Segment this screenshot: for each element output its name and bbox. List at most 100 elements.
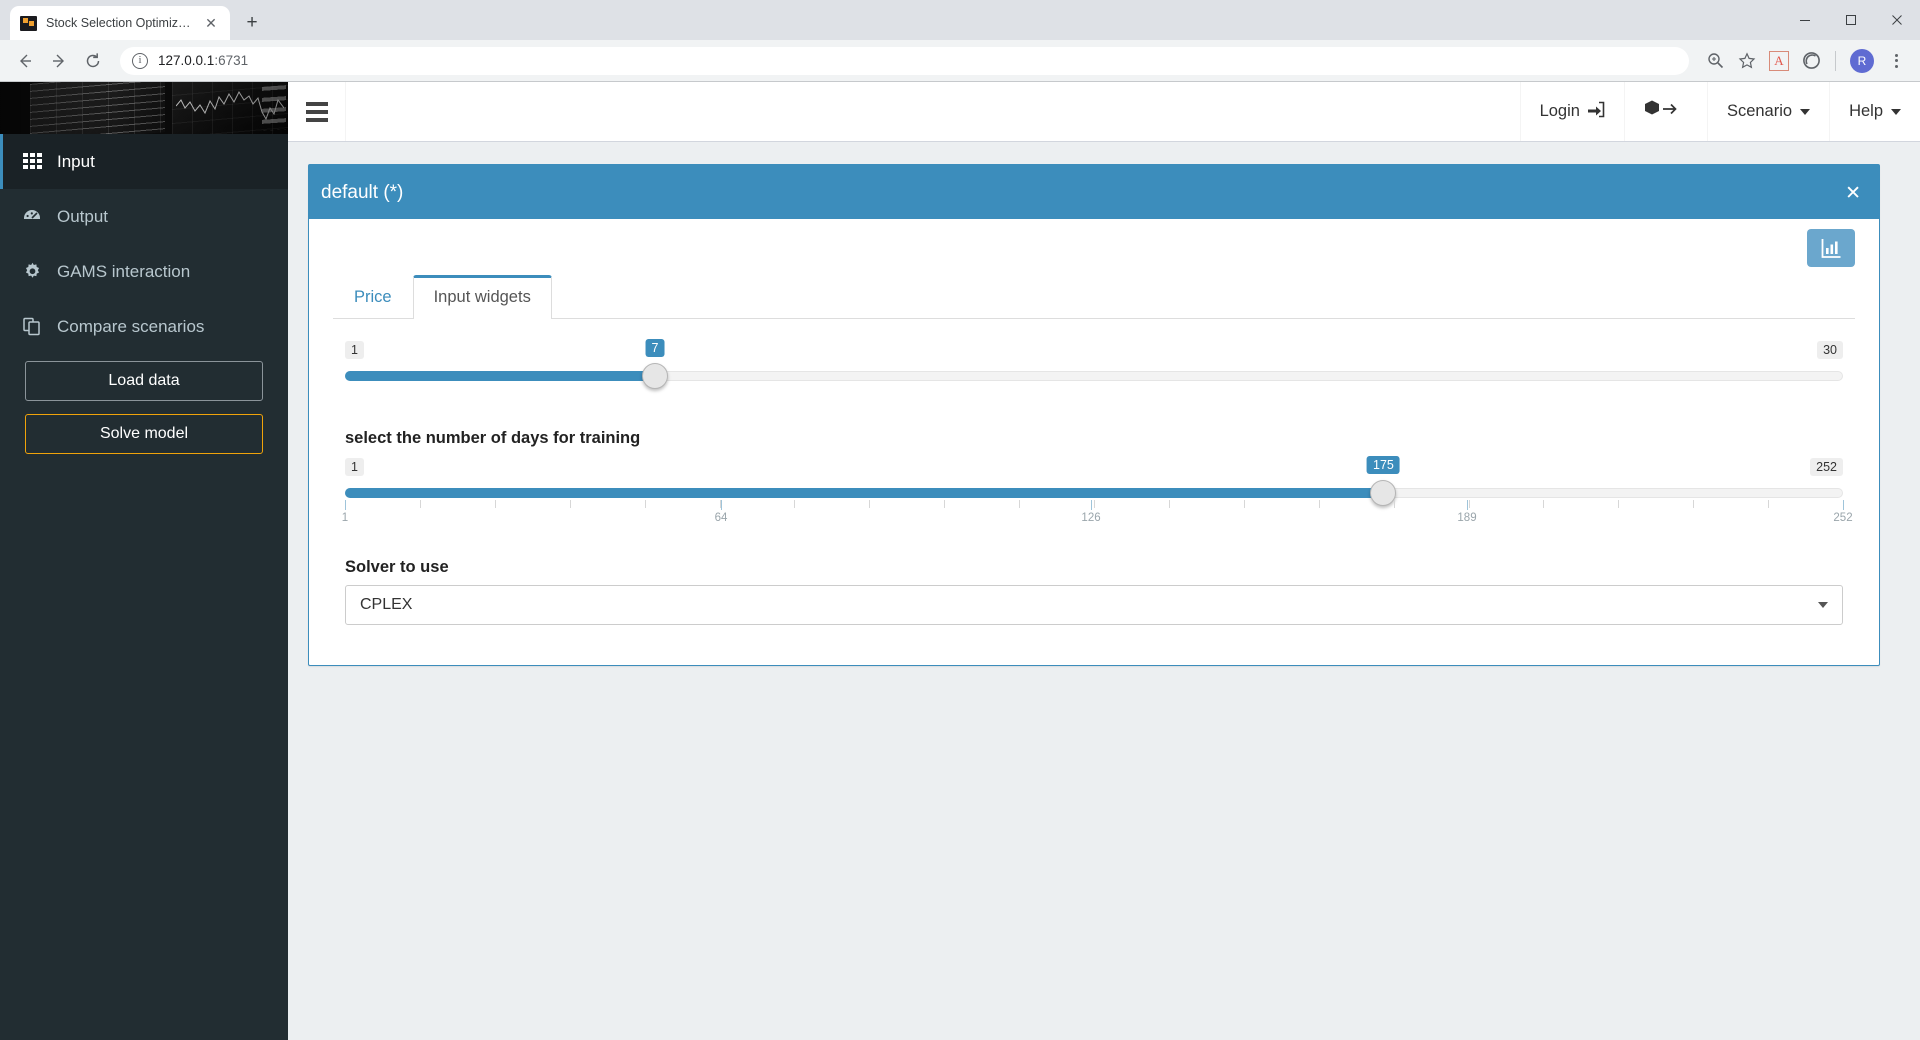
solver-label: Solver to use: [345, 558, 449, 576]
slider-handle[interactable]: [641, 363, 668, 389]
extension-circle-icon[interactable]: [1797, 47, 1825, 75]
zoom-search-icon[interactable]: [1701, 47, 1729, 75]
panel-tabs: Price Input widgets: [333, 275, 1855, 319]
navbar-help-menu[interactable]: Help: [1829, 82, 1920, 141]
navbar-login-button[interactable]: Login: [1519, 82, 1624, 141]
cube-arrow-icon: [1644, 100, 1680, 123]
solver-select[interactable]: CPLEX: [345, 585, 1843, 625]
sidebar: Input Output GAMS interaction Compare sc…: [0, 82, 288, 1040]
site-info-icon[interactable]: i: [132, 52, 148, 69]
slider-tick: [1543, 500, 1545, 508]
forward-arrow-icon[interactable]: [44, 46, 74, 76]
close-icon[interactable]: ✕: [202, 14, 220, 32]
photo-chart-region: [172, 82, 288, 134]
solve-model-button[interactable]: Solve model: [25, 414, 263, 454]
slider-tick: [494, 500, 496, 508]
navbar-item-label: Login: [1539, 102, 1580, 120]
star-icon[interactable]: [1733, 47, 1761, 75]
panel-close-icon[interactable]: ✕: [1845, 184, 1861, 203]
back-arrow-icon[interactable]: [10, 46, 40, 76]
browser-toolbar: i 127.0.0.1:6731 A R: [0, 40, 1920, 82]
slider-tick: [1618, 500, 1620, 508]
pdf-glyph-icon: A: [1769, 50, 1789, 71]
tachometer-icon: [21, 207, 43, 227]
panel-header: default (*) ✕: [309, 167, 1879, 219]
tab-input-widgets[interactable]: Input widgets: [412, 275, 552, 319]
slider-tick-label: 252: [1833, 512, 1853, 524]
photo-table-region: [30, 82, 165, 134]
slider-fill: [345, 371, 655, 381]
chevron-down-icon: [1818, 602, 1828, 608]
slider-tick-label: 126: [1081, 512, 1101, 524]
navbar-spacer: [346, 82, 1520, 141]
new-tab-button[interactable]: +: [238, 9, 266, 37]
browser-tab[interactable]: Stock Selection Optimization ✕: [10, 6, 230, 40]
toolbar-divider: [1835, 50, 1836, 71]
panel-body: Price Input widgets 1 30 7 select the nu…: [309, 219, 1879, 665]
training-days-group: select the number of days for training 1…: [342, 429, 1853, 528]
chevron-down-icon: [1800, 108, 1811, 115]
window-controls: [1782, 0, 1920, 40]
bar-chart-icon: [1821, 239, 1841, 258]
window-close-icon[interactable]: [1874, 0, 1920, 40]
main-column: Login Scenario Help default (*) ✕ Price …: [288, 82, 1920, 1040]
sidebar-item-label: Compare scenarios: [57, 316, 205, 336]
slider-tick-major: [1091, 500, 1093, 510]
profile-avatar[interactable]: R: [1850, 48, 1874, 73]
input-panel: default (*) ✕ Price Input widgets 1 30 7…: [308, 164, 1880, 666]
slider-tick-major: [720, 500, 722, 510]
grid-icon: [21, 152, 43, 171]
maximize-icon[interactable]: [1828, 0, 1874, 40]
slider-value-tooltip: 175: [1367, 456, 1400, 474]
browser-window: Stock Selection Optimization ✕ + i 127.0…: [0, 0, 1920, 1040]
navbar-scenario-export-button[interactable]: [1623, 82, 1707, 141]
load-data-button[interactable]: Load data: [25, 361, 263, 401]
slider-tick: [1393, 500, 1395, 508]
slider-tick: [1243, 500, 1245, 508]
slider-tick-major: [1467, 500, 1468, 510]
widgets-container: 1 30 7 select the number of days for tra…: [333, 339, 1855, 625]
stock-chart-favicon-icon: [20, 15, 37, 31]
minimize-icon[interactable]: [1782, 0, 1828, 40]
copy-icon: [21, 317, 43, 336]
slider-tick: [1019, 500, 1021, 508]
hamburger-bars: [305, 101, 328, 122]
sidebar-item-output[interactable]: Output: [0, 189, 288, 244]
slider-tick: [1318, 500, 1320, 508]
sign-in-icon: [1587, 101, 1605, 123]
address-bar[interactable]: i 127.0.0.1:6731: [120, 46, 1689, 75]
sidebar-item-compare-scenarios[interactable]: Compare scenarios: [0, 299, 288, 354]
slider-tick: [1768, 500, 1770, 508]
slider-tick: [569, 500, 571, 508]
training-days-label: select the number of days for training: [345, 429, 641, 447]
slider-max-label: 252: [1810, 458, 1843, 476]
slider-tick-major: [345, 500, 346, 510]
hamburger-menu-icon[interactable]: [288, 82, 346, 141]
slider-ticks: 1 64 126 189 252: [342, 500, 1853, 526]
slider-tick-major: [1843, 500, 1844, 510]
adobe-pdf-extension-icon[interactable]: A: [1765, 47, 1793, 75]
sidebar-item-input[interactable]: Input: [0, 134, 288, 189]
three-dot-menu-icon[interactable]: [1882, 47, 1910, 75]
sidebar-item-gams-interaction[interactable]: GAMS interaction: [0, 244, 288, 299]
navbar-scenario-menu[interactable]: Scenario: [1706, 82, 1829, 141]
chart-toggle-button[interactable]: [1807, 229, 1855, 267]
chevron-down-icon: [1891, 108, 1901, 115]
slider-tick: [944, 500, 946, 508]
top-navbar: Login Scenario Help: [288, 82, 1920, 142]
address-bar-url: 127.0.0.1:6731: [158, 53, 249, 68]
slider-tick: [419, 500, 421, 508]
slider-tick: [644, 500, 646, 508]
tab-price[interactable]: Price: [333, 275, 413, 319]
slider-fill: [345, 488, 1384, 498]
browser-tab-strip: Stock Selection Optimization ✕ +: [0, 0, 1920, 40]
slider-tick-label: 64: [714, 512, 728, 524]
days-slider-1[interactable]: 1 30 7: [345, 339, 1843, 395]
slider-tick-label: 189: [1457, 512, 1477, 524]
days-slider-2[interactable]: 1 252 175 1 64 126 189 252: [342, 456, 1853, 528]
slider-tick: [794, 500, 796, 508]
reload-icon[interactable]: [78, 46, 108, 76]
gear-icon: [21, 262, 43, 281]
sidebar-item-label: GAMS interaction: [57, 261, 191, 281]
slider-value-tooltip: 7: [645, 339, 665, 357]
